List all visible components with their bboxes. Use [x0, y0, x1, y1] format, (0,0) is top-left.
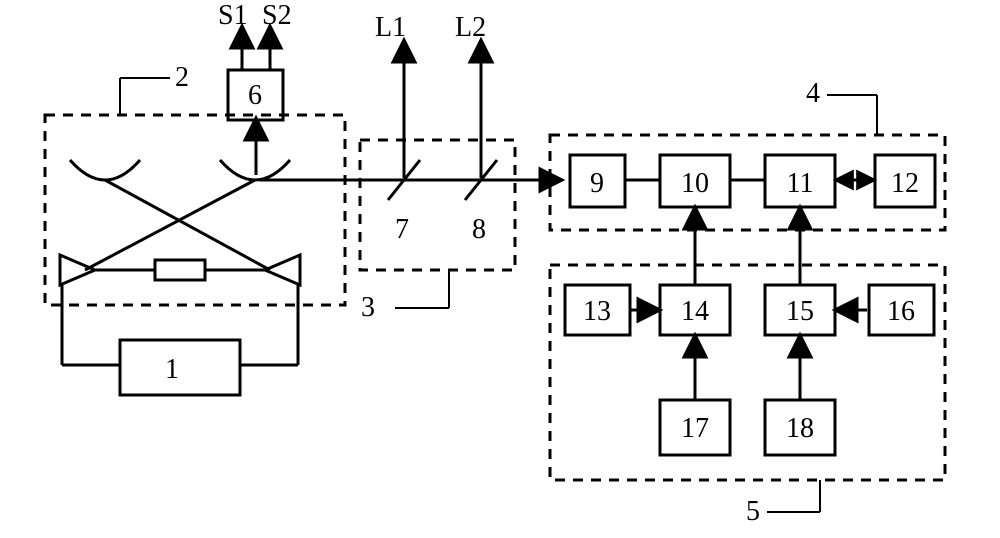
block-14: 14	[660, 285, 730, 335]
block-13: 13	[565, 285, 630, 335]
diagram-svg: 2 1 6 S1 S2	[0, 0, 1000, 538]
output-s2-label: S2	[262, 0, 292, 31]
block-1: 1	[120, 340, 240, 395]
beam-x1	[105, 180, 270, 270]
gain-element	[155, 260, 205, 280]
block-9: 9	[570, 155, 625, 207]
block-17-label: 17	[681, 413, 709, 444]
splitter-8-label: 8	[472, 214, 486, 245]
output-s1-label: S1	[218, 0, 248, 31]
output-l2-label: L2	[455, 12, 486, 43]
flat-mirror-left	[60, 255, 95, 285]
splitter-7-label: 7	[395, 214, 409, 245]
block-16-label: 16	[887, 296, 915, 327]
block-6-label: 6	[248, 80, 262, 111]
output-l1-label: L1	[375, 12, 406, 43]
block-15-label: 15	[786, 296, 814, 327]
block-14-label: 14	[681, 296, 709, 327]
beam-x2	[85, 180, 255, 270]
block-13-label: 13	[583, 296, 611, 327]
region-5-label: 5	[746, 496, 760, 527]
flat-mirror-right	[265, 255, 300, 285]
block-16: 16	[869, 285, 934, 335]
block-12: 12	[875, 155, 935, 207]
block-6: 6 S1 S2	[218, 0, 292, 175]
region-3-label: 3	[361, 292, 375, 323]
block-10: 10	[660, 155, 730, 207]
block-15: 15	[765, 285, 835, 335]
block-12-label: 12	[891, 168, 919, 199]
block-18-label: 18	[786, 413, 814, 444]
region-2-label: 2	[175, 62, 189, 93]
block-18: 18	[765, 400, 835, 455]
block-10-label: 10	[681, 168, 709, 199]
block-11-label: 11	[787, 168, 814, 199]
block-11: 11	[765, 155, 835, 207]
region-4-label: 4	[806, 78, 820, 109]
block-17: 17	[660, 400, 730, 455]
block-1-label: 1	[165, 354, 179, 385]
mirror-top-left	[70, 160, 140, 180]
block-9-label: 9	[590, 168, 604, 199]
